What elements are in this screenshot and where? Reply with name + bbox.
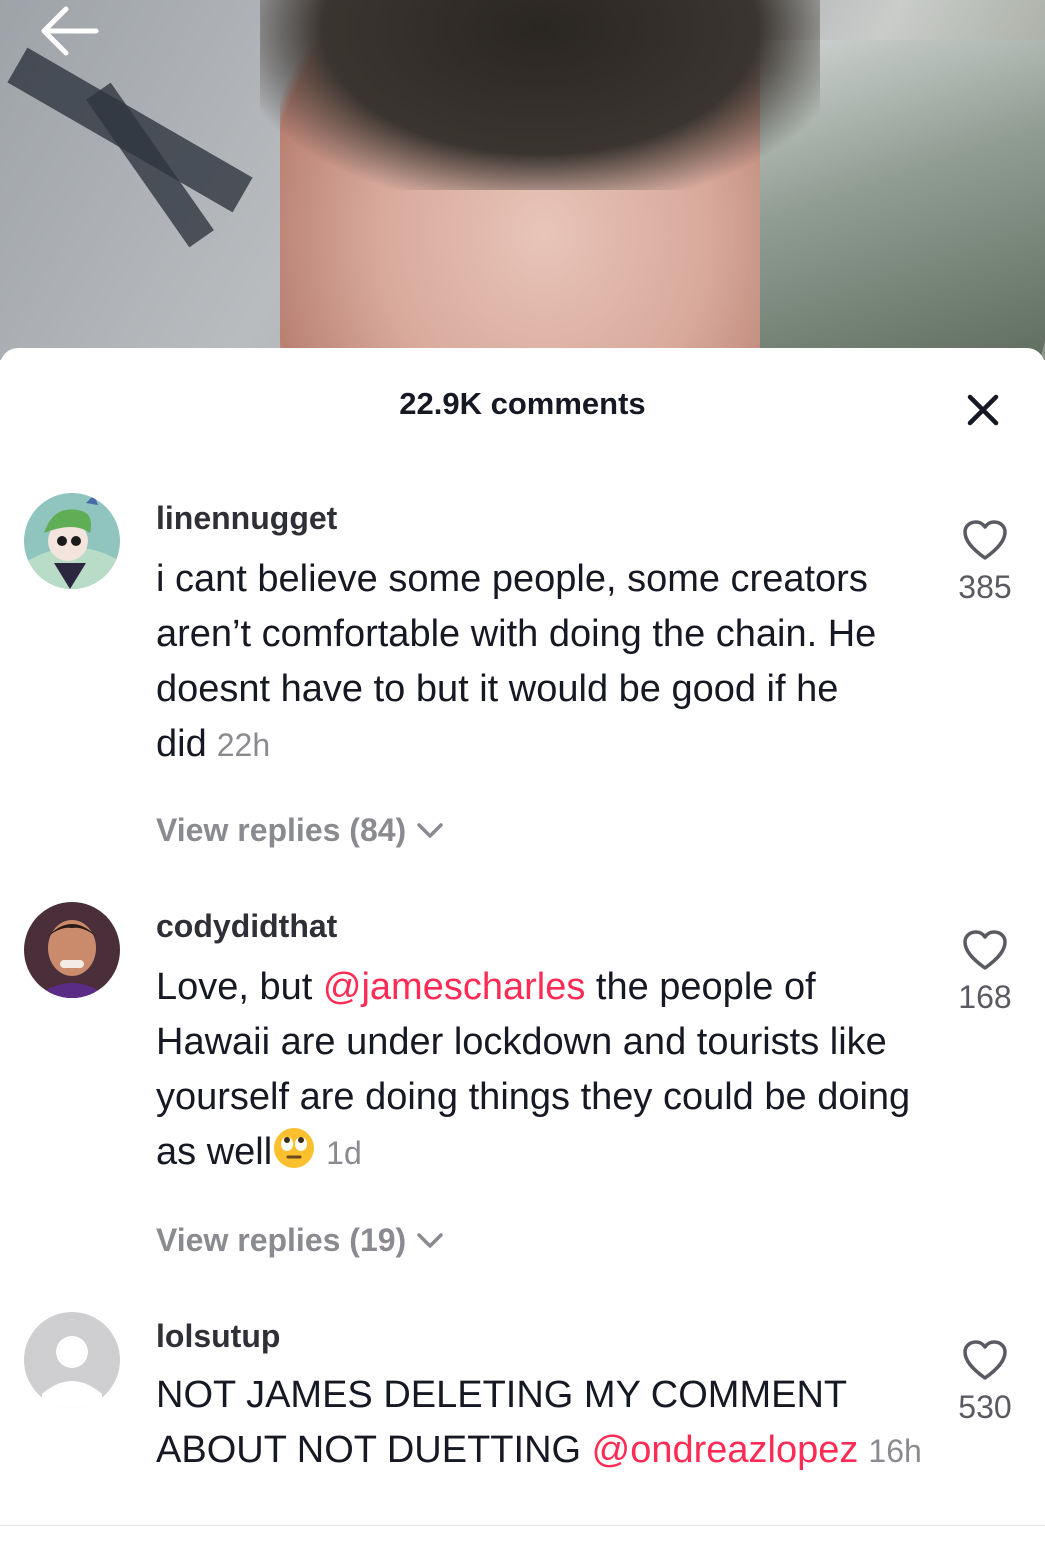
eye-roll-emoji-icon [274, 1128, 315, 1168]
like-count: 385 [958, 569, 1012, 605]
comment-count: 22.9K comments [399, 386, 646, 421]
video-player-background[interactable] [0, 0, 1045, 360]
like-count: 168 [958, 979, 1012, 1015]
comment-username[interactable]: lolsutup [156, 1318, 280, 1355]
comment-text: Love, but @jamescharles the people of Ha… [156, 960, 926, 1181]
comment-time: 22h [216, 727, 271, 763]
view-replies-label: View replies (19) [156, 1222, 407, 1258]
anime-avatar-icon [24, 493, 120, 589]
user-photo-avatar-icon [24, 902, 120, 998]
comment-time: 1d [326, 1135, 362, 1171]
view-replies-button[interactable]: View replies (19) [156, 1222, 444, 1259]
chevron-down-icon [417, 822, 443, 838]
comment-body-start: Love, but [156, 966, 323, 1008]
comments-header: 22.9K comments [0, 348, 1045, 466]
heart-outline-icon [963, 930, 1007, 970]
heart-outline-icon [963, 1340, 1007, 1380]
close-button[interactable] [958, 388, 1008, 432]
comment-username[interactable]: codydidthat [156, 908, 337, 945]
comment-time: 16h [868, 1433, 922, 1469]
like-count: 530 [958, 1389, 1012, 1425]
like-button[interactable]: 385 [945, 518, 1025, 606]
back-arrow-icon [41, 6, 99, 56]
comment-text: i cant believe some people, some creator… [156, 552, 926, 773]
default-avatar-icon [24, 1312, 120, 1408]
heart-outline-icon [963, 520, 1007, 560]
mention-link[interactable]: @jamescharles [323, 966, 585, 1008]
view-replies-label: View replies (84) [156, 812, 407, 848]
avatar[interactable] [24, 493, 120, 589]
comment-username[interactable]: linennugget [156, 500, 337, 537]
like-button[interactable]: 530 [945, 1338, 1025, 1426]
avatar[interactable] [24, 1312, 120, 1408]
mention-link[interactable]: @ondreazlopez [592, 1429, 859, 1471]
person-hair [260, 0, 820, 190]
like-button[interactable]: 168 [945, 928, 1025, 1016]
comment-text: NOT JAMES DELETING MY COMMENT ABOUT NOT … [156, 1368, 926, 1479]
close-icon [967, 394, 999, 426]
tiktok-comments-screen: 22.9K comments linennugget i cant believ… [0, 0, 1045, 1561]
view-replies-button[interactable]: View replies (84) [156, 812, 444, 849]
back-button[interactable] [34, 0, 104, 62]
chevron-down-icon [417, 1232, 443, 1248]
bottom-divider [0, 1525, 1045, 1526]
avatar[interactable] [24, 902, 120, 998]
